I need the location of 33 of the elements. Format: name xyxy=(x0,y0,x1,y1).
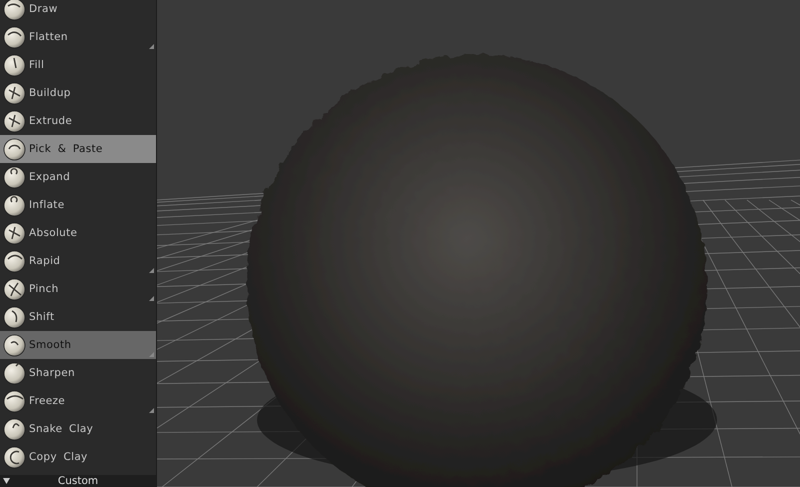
brush-sphere-icon xyxy=(3,306,26,328)
tool-item[interactable]: Pick & Paste xyxy=(0,135,156,163)
tool-item[interactable]: Absolute xyxy=(0,219,156,247)
tool-item[interactable]: Shift xyxy=(0,303,156,331)
tool-item[interactable]: Freeze xyxy=(0,387,156,415)
brush-sphere-icon xyxy=(3,222,26,244)
brush-sphere-icon xyxy=(3,194,26,216)
tool-item[interactable]: Snake Clay xyxy=(0,415,156,443)
section-header[interactable]: Custom xyxy=(0,475,156,487)
brush-sphere-icon xyxy=(3,362,26,384)
tool-item[interactable]: Sharpen xyxy=(0,359,156,387)
tool-item[interactable]: Flatten xyxy=(0,23,156,51)
tool-item[interactable]: Expand xyxy=(0,163,156,191)
tool-item[interactable]: Inflate xyxy=(0,191,156,219)
tool-item[interactable]: Rapid xyxy=(0,247,156,275)
brush-sphere-icon xyxy=(3,110,26,132)
brush-sphere-icon xyxy=(3,334,26,356)
brush-sphere-icon xyxy=(3,390,26,412)
brush-sphere-icon xyxy=(3,250,26,272)
tool-item[interactable]: Buildup xyxy=(0,79,156,107)
brush-sphere-icon xyxy=(3,26,26,48)
brush-sphere-icon xyxy=(3,138,26,160)
tool-item[interactable]: Copy Clay xyxy=(0,443,156,471)
tool-item[interactable]: Fill xyxy=(0,51,156,79)
tool-item[interactable]: Extrude xyxy=(0,107,156,135)
brush-sphere-icon xyxy=(3,82,26,104)
brush-sphere-icon xyxy=(3,418,26,440)
tool-item[interactable]: Pinch xyxy=(0,275,156,303)
brush-sphere-icon xyxy=(3,446,26,468)
tool-item[interactable]: Draw xyxy=(0,0,156,23)
brush-sphere-icon xyxy=(3,166,26,188)
brush-sphere-icon xyxy=(3,278,26,300)
brush-sphere-icon xyxy=(3,54,26,76)
